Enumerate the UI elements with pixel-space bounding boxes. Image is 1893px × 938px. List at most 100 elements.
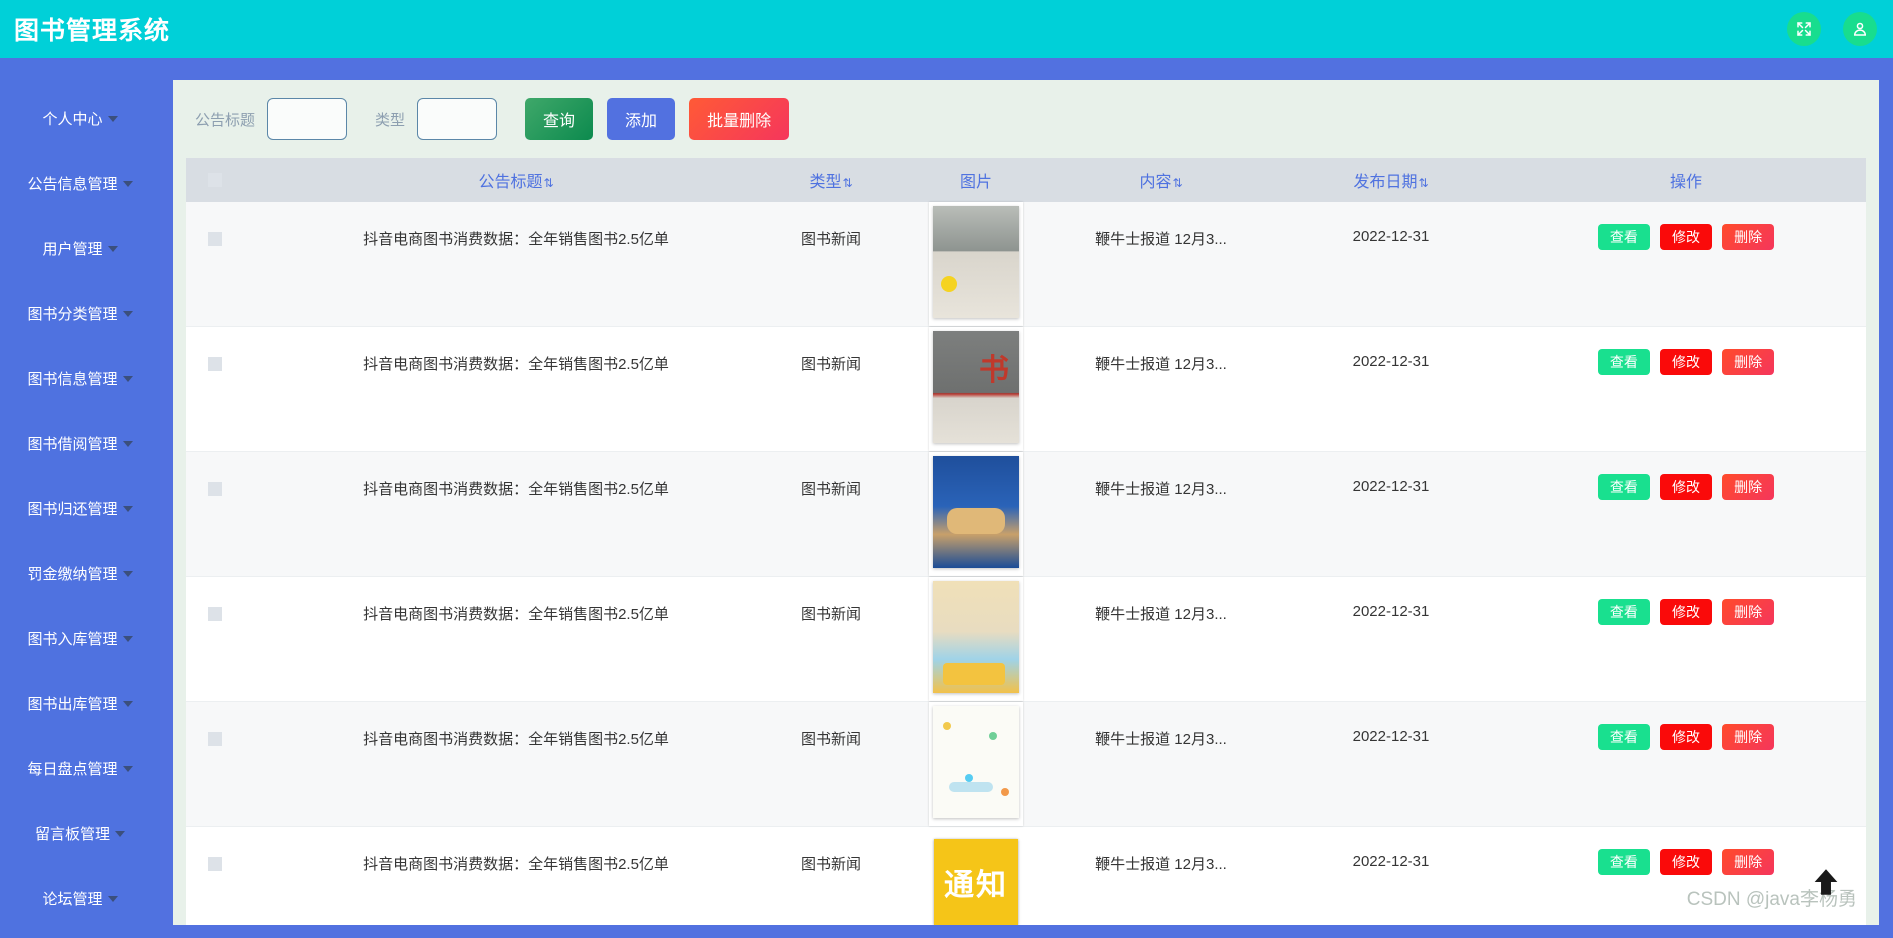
sidebar-item-book-inbound-management[interactable]: 图书入库管理	[0, 606, 160, 671]
row-content: 鞭牛士报道 12月3...	[1095, 731, 1227, 748]
view-button[interactable]: 查看	[1597, 849, 1650, 875]
batch-delete-button[interactable]: 批量删除	[689, 98, 790, 140]
sort-icon[interactable]: ⇅	[543, 176, 553, 190]
row-title: 抖音电商图书消费数据：全年销售图书2.5亿单	[363, 481, 669, 498]
select-all-header	[186, 158, 276, 202]
announcement-title-input[interactable]	[267, 98, 348, 140]
sidebar-item-daily-inventory-management[interactable]: 每日盘点管理	[0, 736, 160, 801]
query-button[interactable]: 查询	[525, 98, 594, 140]
main-content-area: 公告标题 类型 查询 添加 批量删除 公告标题⇅ 类型⇅ 图片 内容⇅ 发布日期…	[160, 58, 1893, 938]
row-checkbox[interactable]	[208, 232, 222, 247]
row-actions: 查看 修改 删除	[1506, 452, 1866, 577]
row-checkbox[interactable]	[208, 732, 222, 747]
book-cover-thumbnail[interactable]	[929, 577, 1023, 701]
row-image-cell	[906, 327, 1046, 452]
sort-icon[interactable]: ⇅	[1418, 176, 1428, 190]
chevron-down-icon	[122, 635, 133, 642]
row-date: 2022-12-31	[1352, 728, 1430, 745]
type-label: 类型	[375, 111, 406, 129]
scroll-to-top-button[interactable]	[1807, 865, 1845, 903]
row-type: 图书新闻	[800, 731, 861, 748]
column-header-publish-date[interactable]: 发布日期⇅	[1276, 158, 1506, 202]
sidebar-item-book-return-management[interactable]: 图书归还管理	[0, 476, 160, 541]
column-label: 公告标题	[478, 174, 543, 191]
sidebar-item-book-info-management[interactable]: 图书信息管理	[0, 346, 160, 411]
row-checkbox[interactable]	[208, 607, 222, 622]
row-checkbox[interactable]	[208, 482, 222, 497]
notice-poster-thumbnail[interactable]: 通知	[934, 838, 1018, 925]
book-cover-essays-for-children-icon	[933, 706, 1019, 818]
fullscreen-icon	[1795, 20, 1813, 38]
sidebar-item-message-board-management[interactable]: 留言板管理	[0, 801, 160, 866]
sidebar-item-fine-payment-management[interactable]: 罚金缴纳管理	[0, 541, 160, 606]
edit-button[interactable]: 修改	[1660, 224, 1712, 250]
row-image-cell	[906, 452, 1046, 577]
sidebar-item-announcement-management[interactable]: 公告信息管理	[0, 151, 160, 216]
edit-button[interactable]: 修改	[1660, 599, 1712, 625]
book-cover-thumbnail[interactable]	[929, 702, 1023, 826]
fullscreen-button[interactable]	[1787, 12, 1821, 46]
delete-button[interactable]: 删除	[1722, 474, 1775, 500]
column-header-title[interactable]: 公告标题⇅	[276, 158, 756, 202]
sidebar-item-user-management[interactable]: 用户管理	[0, 216, 160, 281]
notice-poster-yellow-icon: 通知	[934, 838, 1018, 925]
chevron-down-icon	[122, 180, 133, 187]
arrow-up-icon	[1809, 865, 1843, 904]
sidebar-item-book-borrow-management[interactable]: 图书借阅管理	[0, 411, 160, 476]
view-button[interactable]: 查看	[1597, 349, 1650, 375]
row-type: 图书新闻	[800, 231, 861, 248]
header-actions	[1787, 12, 1877, 46]
row-select-cell	[186, 452, 276, 577]
row-date: 2022-12-31	[1352, 478, 1430, 495]
column-header-content[interactable]: 内容⇅	[1046, 158, 1276, 202]
delete-button[interactable]: 删除	[1722, 724, 1775, 750]
view-button[interactable]: 查看	[1597, 599, 1650, 625]
row-type: 图书新闻	[800, 606, 861, 623]
delete-button[interactable]: 删除	[1722, 224, 1775, 250]
delete-button[interactable]: 删除	[1722, 599, 1775, 625]
column-header-type[interactable]: 类型⇅	[756, 158, 906, 202]
add-button[interactable]: 添加	[607, 98, 676, 140]
row-select-cell	[186, 827, 276, 926]
select-all-checkbox[interactable]	[208, 172, 222, 187]
sort-icon[interactable]: ⇅	[1172, 176, 1182, 190]
book-cover-thumbnail[interactable]	[929, 327, 1023, 451]
sidebar-item-book-category-management[interactable]: 图书分类管理	[0, 281, 160, 346]
chevron-down-icon	[122, 310, 133, 317]
row-content: 鞭牛士报道 12月3...	[1095, 606, 1227, 623]
edit-button[interactable]: 修改	[1660, 349, 1712, 375]
sidebar-item-label: 罚金缴纳管理	[27, 566, 118, 583]
row-select-cell	[186, 702, 276, 827]
row-checkbox[interactable]	[208, 357, 222, 372]
view-button[interactable]: 查看	[1597, 724, 1650, 750]
view-button[interactable]: 查看	[1597, 474, 1650, 500]
delete-button[interactable]: 删除	[1722, 849, 1775, 875]
delete-button[interactable]: 删除	[1722, 349, 1775, 375]
row-image-cell	[906, 202, 1046, 327]
user-account-button[interactable]	[1843, 12, 1877, 46]
sidebar-item-label: 图书归还管理	[27, 501, 118, 518]
view-button[interactable]: 查看	[1597, 224, 1650, 250]
sidebar-item-forum-management[interactable]: 论坛管理	[0, 866, 160, 931]
sidebar-item-book-outbound-management[interactable]: 图书出库管理	[0, 671, 160, 736]
row-content: 鞭牛士报道 12月3...	[1095, 356, 1227, 373]
edit-button[interactable]: 修改	[1660, 724, 1712, 750]
book-cover-thumbnail[interactable]	[929, 452, 1023, 576]
chevron-down-icon	[107, 895, 118, 902]
filter-toolbar: 公告标题 类型 查询 添加 批量删除	[173, 80, 1879, 158]
sidebar-item-label: 用户管理	[42, 241, 103, 258]
sidebar-item-label: 留言板管理	[34, 826, 110, 843]
row-checkbox[interactable]	[208, 857, 222, 872]
edit-button[interactable]: 修改	[1660, 474, 1712, 500]
sidebar-item-label: 图书借阅管理	[27, 436, 118, 453]
table-row: 抖音电商图书消费数据：全年销售图书2.5亿单 图书新闻 鞭牛士报道 12月3..…	[186, 576, 1866, 702]
type-input[interactable]	[417, 98, 498, 140]
edit-button[interactable]: 修改	[1660, 849, 1712, 875]
table-body: 抖音电商图书消费数据：全年销售图书2.5亿单 图书新闻 鞭牛士报道 12月3..…	[186, 202, 1866, 925]
row-image-cell	[906, 702, 1046, 827]
row-date: 2022-12-31	[1352, 353, 1430, 370]
book-cover-thumbnail[interactable]	[929, 202, 1023, 326]
sidebar-item-personal-center[interactable]: 个人中心	[0, 86, 160, 151]
row-title: 抖音电商图书消费数据：全年销售图书2.5亿单	[363, 856, 669, 873]
sort-icon[interactable]: ⇅	[842, 176, 852, 190]
